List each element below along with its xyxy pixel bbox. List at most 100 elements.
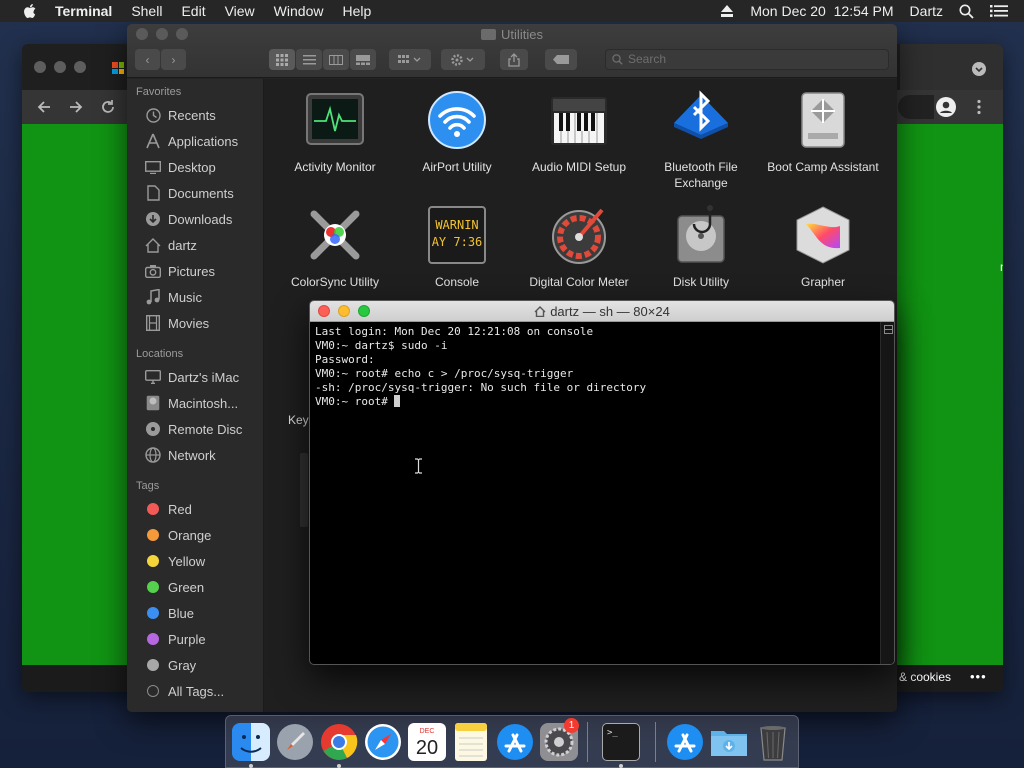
notification-badge: 1: [564, 718, 579, 733]
app-digital-color-meter[interactable]: Digital Color Meter: [518, 204, 640, 290]
tag-dot-purple: [147, 633, 159, 645]
app-store-dock-icon[interactable]: [496, 723, 534, 761]
tab-search-icon[interactable]: [972, 62, 986, 76]
menu-app-name[interactable]: Terminal: [55, 3, 112, 19]
sidebar-item-downloads[interactable]: Downloads: [144, 209, 232, 229]
notification-center-icon[interactable]: [990, 4, 1008, 18]
menu-edit[interactable]: Edit: [181, 3, 205, 19]
finder-forward-button[interactable]: ›: [161, 49, 186, 70]
chrome-dock-icon[interactable]: [320, 723, 358, 761]
menu-help[interactable]: Help: [342, 3, 371, 19]
menu-clock[interactable]: Mon Dec 20 12:54 PM: [750, 3, 893, 19]
browser-minimize-button[interactable]: [54, 61, 66, 73]
notes-dock-icon[interactable]: [452, 723, 490, 761]
terminal-output[interactable]: Last login: Mon Dec 20 12:21:08 on conso…: [310, 322, 880, 664]
reload-icon[interactable]: [100, 99, 116, 115]
sidebar-tag-purple[interactable]: Purple: [144, 629, 206, 649]
profile-icon[interactable]: [936, 97, 956, 117]
sidebar-label: Red: [168, 501, 192, 517]
group-by-button[interactable]: [389, 49, 431, 70]
app-disk-utility[interactable]: Disk Utility: [640, 204, 762, 290]
forward-icon[interactable]: [68, 99, 84, 115]
app-airport-utility[interactable]: AirPort Utility: [396, 89, 518, 175]
console-icon-line1: WARNIN: [435, 218, 478, 232]
menu-shell[interactable]: Shell: [131, 3, 162, 19]
sidebar-tag-green[interactable]: Green: [144, 577, 204, 597]
sidebar-tag-orange[interactable]: Orange: [144, 525, 211, 545]
sidebar-item-macintosh-hd[interactable]: Macintosh...: [144, 393, 238, 413]
sidebar-item-documents[interactable]: Documents: [144, 183, 234, 203]
app-label: Digital Color Meter: [529, 275, 629, 289]
app-activity-monitor[interactable]: Activity Monitor: [274, 89, 396, 175]
applications-folder-dock-icon[interactable]: [666, 723, 704, 761]
browser-menu-icon[interactable]: [976, 99, 982, 115]
sidebar-item-imac[interactable]: Dartz's iMac: [144, 367, 239, 387]
app-colorsync-utility[interactable]: ColorSync Utility: [274, 204, 396, 290]
view-column-button[interactable]: [323, 49, 349, 70]
view-list-button[interactable]: [296, 49, 322, 70]
sidebar-item-remote-disc[interactable]: Remote Disc: [144, 419, 242, 439]
sidebar-tag-blue[interactable]: Blue: [144, 603, 194, 623]
app-bluetooth-file-exchange[interactable]: Bluetooth File Exchange: [640, 89, 762, 191]
address-bar[interactable]: [898, 95, 934, 119]
eject-icon[interactable]: [720, 5, 734, 17]
camera-icon: [144, 263, 162, 279]
sidebar-item-music[interactable]: Music: [144, 287, 202, 307]
apple-menu-icon[interactable]: [19, 4, 41, 18]
tag-dot-red: [147, 503, 159, 515]
trash-dock-icon[interactable]: [754, 723, 792, 761]
browser-close-button[interactable]: [34, 61, 46, 73]
sidebar-tag-gray[interactable]: Gray: [144, 655, 196, 675]
finder-running-indicator: [249, 764, 253, 768]
app-label: ColorSync Utility: [290, 275, 380, 289]
view-icon-button[interactable]: [269, 49, 295, 70]
launchpad-dock-icon[interactable]: [276, 723, 314, 761]
finder-search-input[interactable]: Search: [605, 49, 889, 70]
finder-titlebar: Utilities ‹ › Search: [127, 24, 897, 78]
terminal-scrollbar[interactable]: [880, 322, 894, 664]
sidebar-label: All Tags...: [168, 683, 225, 699]
app-boot-camp-assistant[interactable]: Boot Camp Assistant: [762, 89, 884, 175]
app-console[interactable]: WARNIN AY 7:36 Console: [396, 204, 518, 290]
calendar-dock-icon[interactable]: DEC 20: [408, 723, 446, 761]
menu-window[interactable]: Window: [274, 3, 324, 19]
cookie-link[interactable]: & cookies: [899, 670, 951, 684]
app-grapher[interactable]: Grapher: [762, 204, 884, 290]
sidebar-item-recents[interactable]: Recents: [144, 105, 216, 125]
sidebar-item-desktop[interactable]: Desktop: [144, 157, 216, 177]
browser-zoom-button[interactable]: [74, 61, 86, 73]
sidebar-all-tags[interactable]: All Tags...: [144, 681, 224, 701]
spotlight-icon[interactable]: [959, 4, 974, 19]
menu-view[interactable]: View: [225, 3, 255, 19]
sidebar-item-home[interactable]: dartz: [144, 235, 197, 255]
downloads-folder-dock-icon[interactable]: [710, 723, 748, 761]
app-label: Disk Utility: [673, 275, 729, 289]
sidebar-tag-red[interactable]: Red: [144, 499, 192, 519]
terminal-running-indicator: [619, 764, 623, 768]
terminal-dock-icon[interactable]: >_: [602, 723, 640, 761]
back-icon[interactable]: [36, 99, 52, 115]
app-label: Audio MIDI Setup: [531, 160, 627, 174]
sidebar-item-applications[interactable]: Applications: [144, 131, 238, 151]
page-side-text: m: [1000, 260, 1003, 274]
calendar-day: 20: [416, 737, 438, 759]
tag-button[interactable]: [545, 49, 577, 70]
tag-dot-blue: [147, 607, 159, 619]
desktop-icon: [144, 159, 162, 175]
sidebar-item-movies[interactable]: Movies: [144, 313, 209, 333]
browser-tab-right[interactable]: [900, 44, 1003, 90]
sidebar-item-pictures[interactable]: Pictures: [144, 261, 215, 281]
view-gallery-button[interactable]: [350, 49, 376, 70]
sidebar-tag-yellow[interactable]: Yellow: [144, 551, 205, 571]
sidebar-item-network[interactable]: Network: [144, 445, 216, 465]
app-audio-midi-setup[interactable]: Audio MIDI Setup: [518, 89, 640, 175]
finder-dock-icon[interactable]: [232, 723, 270, 761]
finder-back-button[interactable]: ‹: [135, 49, 160, 70]
cookie-more-button[interactable]: •••: [970, 669, 987, 684]
share-button[interactable]: [500, 49, 528, 70]
action-button[interactable]: [441, 49, 485, 70]
menu-user[interactable]: Dartz: [910, 3, 943, 19]
split-pane-icon[interactable]: [884, 325, 893, 334]
search-icon: [612, 54, 623, 65]
safari-dock-icon[interactable]: [364, 723, 402, 761]
